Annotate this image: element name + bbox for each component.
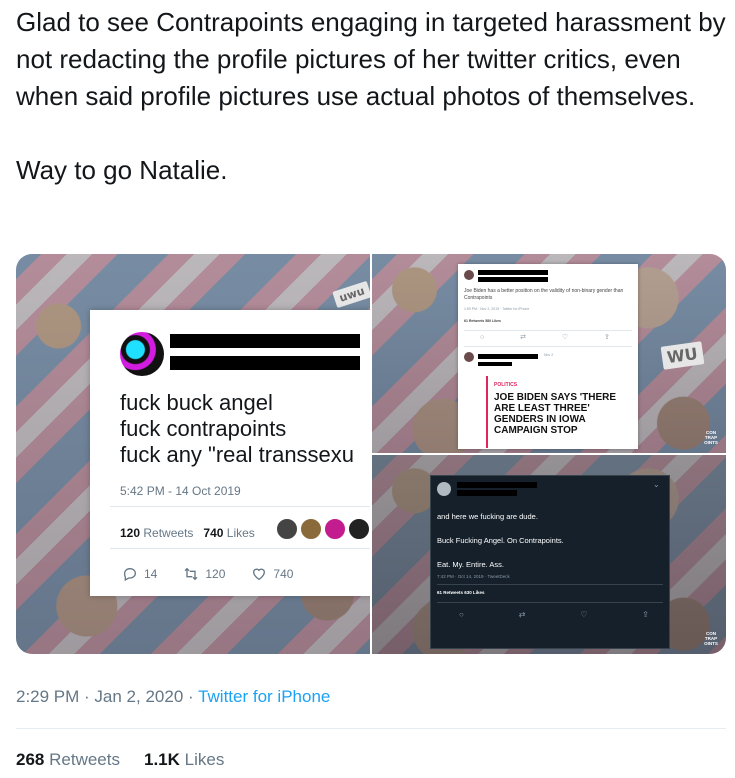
timestamp-text: 2:29 PM · Jan 2, 2020 ·	[16, 687, 199, 706]
redaction-bar	[478, 270, 548, 275]
tweet-line-2: Buck Fucking Angel. On Contrapoints.	[437, 536, 564, 545]
avatar	[437, 482, 451, 496]
media-grid[interactable]: uwu fuck buck angel fuck contrapoints fu…	[16, 254, 726, 654]
tweet-actions: ○ ⇄ ♡ ⇪	[480, 334, 610, 341]
quoted-tweet-timestamp: 5:42 PM - 14 Oct 2019	[120, 484, 241, 498]
tweet-timestamp: 2:29 PM · Jan 2, 2020 · Twitter for iPho…	[16, 687, 330, 707]
tweet-stats: 61 Retweets 580 Likes	[464, 319, 501, 323]
tweet-body: Joe Biden has a better position on the v…	[464, 288, 624, 301]
share-icon: ⇪	[604, 334, 610, 341]
retweet-action: 120	[183, 566, 225, 582]
quoted-tweet-text: fuck buck angel fuck contrapoints fuck a…	[120, 390, 355, 467]
news-headline: JOE BIDEN SAYS 'THERE ARE LEAST THREE' G…	[494, 392, 617, 436]
redaction-bar	[478, 362, 512, 366]
media-image-top-right[interactable]: WU CON TRAP OINTS Joe Biden has a better…	[372, 254, 726, 453]
screenshot-biden-tweet: Joe Biden has a better position on the v…	[458, 264, 638, 449]
source-link[interactable]: Twitter for iPhone	[198, 687, 330, 706]
quoted-tweet-card: fuck buck angel fuck contrapoints fuck a…	[90, 310, 370, 596]
avatar	[120, 332, 164, 376]
screenshot-dark-tweet: ⌄ and here we fucking are dude. Buck Fuc…	[430, 475, 670, 649]
engagement-counts: 268 Retweets 1.1K Likes	[16, 750, 224, 770]
tweet-actions: ○ ⇄ ♡ ⇪	[459, 610, 649, 619]
reply-icon	[123, 567, 137, 582]
reply-icon: ○	[480, 334, 485, 341]
redaction-bar	[170, 334, 360, 348]
redaction-bar	[170, 356, 360, 370]
reply-icon: ○	[459, 610, 464, 619]
contrapoints-logo: CON TRAP OINTS	[704, 430, 718, 445]
tweet-text: Glad to see Contrapoints engaging in tar…	[16, 7, 726, 185]
liker-avatars	[276, 518, 370, 540]
avatar	[348, 518, 370, 540]
tweet-meta: 1:59 PM · Nov 2, 2019 · Twitter for iPho…	[464, 307, 530, 311]
tweet-stats: 61 Retweets 630 Likes	[437, 590, 485, 595]
retweet-icon: ⇄	[518, 610, 526, 619]
chevron-down-icon: ⌄	[653, 480, 660, 489]
quoted-tweet-stats: 120 Retweets 740 Likes	[120, 526, 255, 540]
avatar	[464, 270, 474, 280]
tweet-meta: 7:42 PM · Oct 14, 2019 · TweetDeck	[437, 574, 510, 579]
news-category: POLITICS	[494, 382, 518, 388]
redaction-bar	[457, 482, 537, 488]
avatar	[300, 518, 322, 540]
heart-icon: ♡	[561, 334, 569, 341]
redaction-bar	[478, 354, 538, 359]
like-action: 740	[251, 566, 293, 582]
tweet-line-1: and here we fucking are dude.	[437, 512, 538, 521]
media-image-bottom-right[interactable]: CON TRAP OINTS ⌄ and here we fucking are…	[372, 455, 726, 654]
retweets-count-link[interactable]: 268 Retweets	[16, 750, 120, 769]
heart-icon: ♡	[580, 610, 588, 619]
redaction-bar	[478, 277, 548, 282]
news-card: POLITICS JOE BIDEN SAYS 'THERE ARE LEAST…	[486, 376, 626, 448]
likes-count-link[interactable]: 1.1K Likes	[144, 750, 224, 769]
redaction-bar	[457, 490, 517, 496]
contrapoints-logo: CON TRAP OINTS	[704, 631, 718, 646]
share-icon: ⇪	[642, 610, 649, 619]
retweet-icon: ⇄	[520, 334, 527, 341]
media-image-left[interactable]: uwu fuck buck angel fuck contrapoints fu…	[16, 254, 370, 654]
quoted-tweet-actions: 14 120 740	[122, 566, 293, 582]
reply-action: 14	[122, 566, 157, 582]
reply-date: Nov 2	[544, 353, 554, 357]
tweet-line-3: Eat. My. Entire. Ass.	[437, 560, 504, 569]
avatar	[324, 518, 346, 540]
avatar	[464, 352, 474, 362]
divider	[16, 728, 726, 729]
avatar	[276, 518, 298, 540]
retweet-icon	[184, 567, 198, 581]
heart-icon	[253, 568, 266, 581]
